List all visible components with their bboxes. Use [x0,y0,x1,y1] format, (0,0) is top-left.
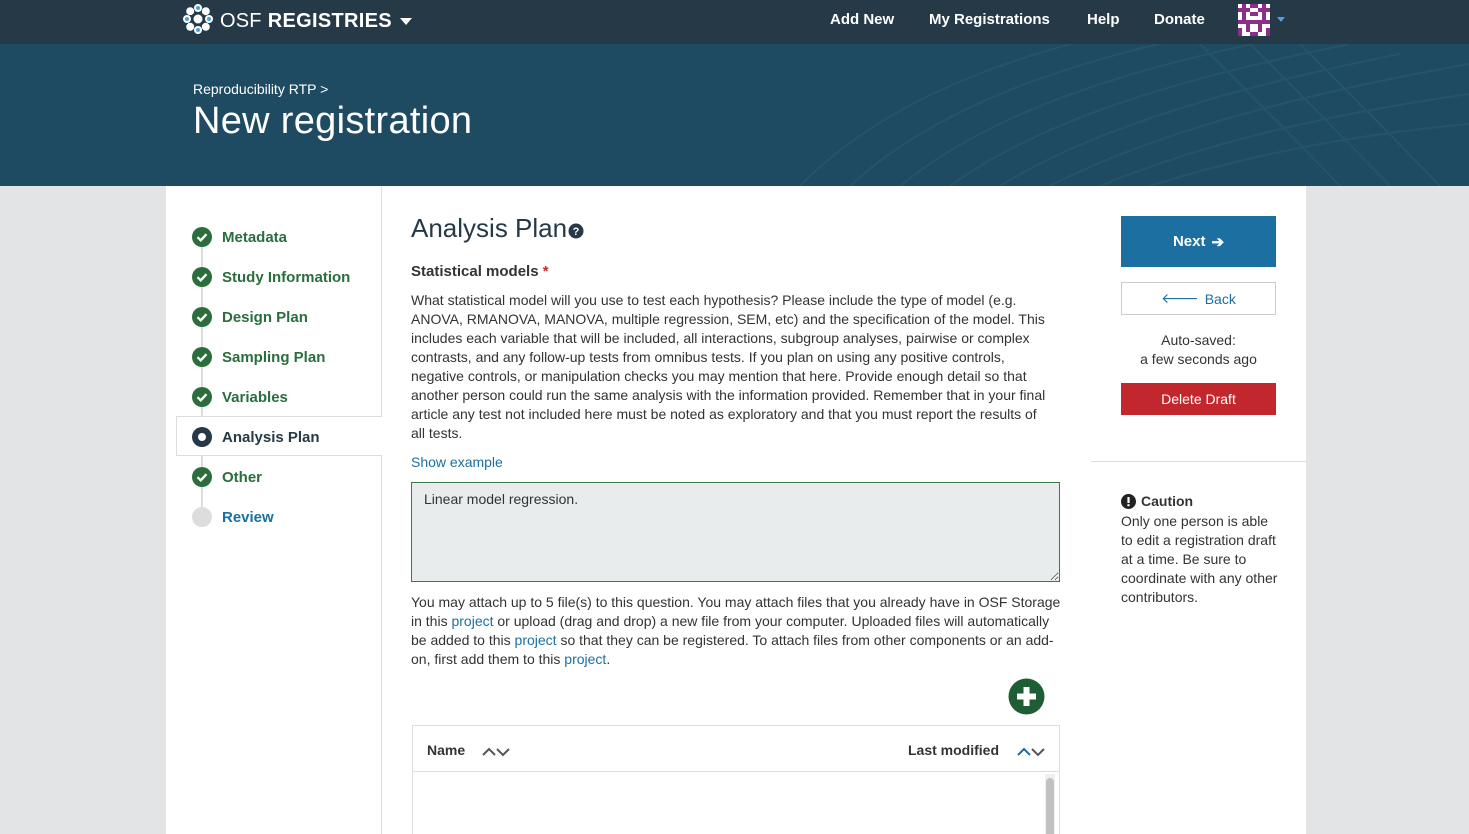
scrollbar[interactable] [1045,774,1055,834]
step-label: Other [222,468,263,486]
next-button[interactable]: Next ➔ [1121,216,1276,267]
nav-donate[interactable]: Donate [1154,11,1205,28]
show-example-link[interactable]: Show example [411,454,503,470]
brand-registries: REGISTRIES [267,9,392,32]
breadcrumb[interactable]: Reproducibility RTP > [193,81,328,97]
question-label-text: Statistical models [411,263,539,280]
step-label: Study Information [222,268,351,286]
check-circle-icon [192,387,212,407]
step-label: Sampling Plan [222,348,326,366]
step-other[interactable]: Other [192,466,262,488]
avatar[interactable] [1238,4,1270,36]
autosave-time: a few seconds ago [1140,351,1257,367]
caution-text: Only one person is able to edit a regist… [1121,513,1278,605]
column-last-modified: Last modified [908,742,1000,758]
autosave-status: Auto-saved: a few seconds ago [1121,331,1276,369]
file-table-header: Name Last modified [413,726,1059,772]
caution-title: Caution [1141,493,1194,509]
exclamation-circle-icon [1121,493,1136,509]
chevron-down-icon[interactable] [1277,17,1285,22]
step-metadata[interactable]: Metadata [192,226,287,248]
step-label: Metadata [222,228,288,246]
step-label: Analysis Plan [222,428,320,446]
nav-add-new[interactable]: Add New [830,11,894,28]
current-step-icon [192,427,212,447]
column-name: Name [427,742,466,758]
scrollbar-thumb[interactable] [1046,778,1054,834]
brand-osf: OSF [220,9,262,32]
next-label: Next [1172,233,1206,250]
sort-modified-icon[interactable] [1016,744,1048,758]
attach-text-4: . [606,651,611,667]
project-link[interactable]: project [451,613,493,629]
back-label: Back [1204,290,1236,307]
top-navbar: OSF REGISTRIES Add New My Registrations … [0,0,1469,44]
arrow-right-icon: ➔ [1211,233,1225,251]
step-label: Design Plan [222,308,308,326]
question-description: What statistical model will you use to t… [411,292,1046,441]
delete-draft-button[interactable]: Delete Draft [1121,383,1276,415]
step-analysis-plan[interactable]: Analysis Plan [192,426,320,448]
question-circle-icon[interactable]: ? [568,223,584,239]
step-review[interactable]: Review [192,506,274,528]
chevron-down-icon [399,17,412,25]
step-variables[interactable]: Variables [192,386,288,408]
pending-step-icon [192,507,212,527]
svg-text:?: ? [573,226,580,238]
step-design-plan[interactable]: Design Plan [192,306,308,328]
step-label: Review [222,508,274,526]
divider [1091,461,1306,462]
autosave-label: Auto-saved: [1161,332,1236,348]
caution-heading: Caution [1121,493,1193,509]
check-circle-icon [192,467,212,487]
answer-textarea[interactable] [411,482,1060,582]
arrow-left-icon: 🡐 [1161,290,1199,306]
step-label: Variables [222,388,288,406]
page-header: Reproducibility RTP > New registration [0,44,1469,186]
check-circle-icon [192,227,212,247]
step-sampling-plan[interactable]: Sampling Plan [192,346,325,368]
brand-menu[interactable]: OSF REGISTRIES [180,3,412,39]
question-label: Statistical models * [411,263,549,280]
page-title: New registration [193,100,473,142]
file-table: Name Last modified [412,725,1060,834]
check-circle-icon [192,267,212,287]
plus-circle-icon[interactable] [1008,678,1045,715]
nav-help[interactable]: Help [1087,11,1120,28]
project-link[interactable]: project [564,651,606,667]
osf-logo-icon [180,1,216,42]
nav-my-registrations[interactable]: My Registrations [929,11,1050,28]
back-button[interactable]: 🡐 Back [1121,282,1276,315]
project-link[interactable]: project [515,632,557,648]
attach-instructions: You may attach up to 5 file(s) to this q… [411,593,1061,669]
check-circle-icon [192,347,212,367]
sort-name-icon[interactable] [481,744,513,758]
required-marker: * [542,263,549,280]
check-circle-icon [192,307,212,327]
section-heading: Analysis Plan [411,213,568,243]
step-study-information[interactable]: Study Information [192,266,350,288]
